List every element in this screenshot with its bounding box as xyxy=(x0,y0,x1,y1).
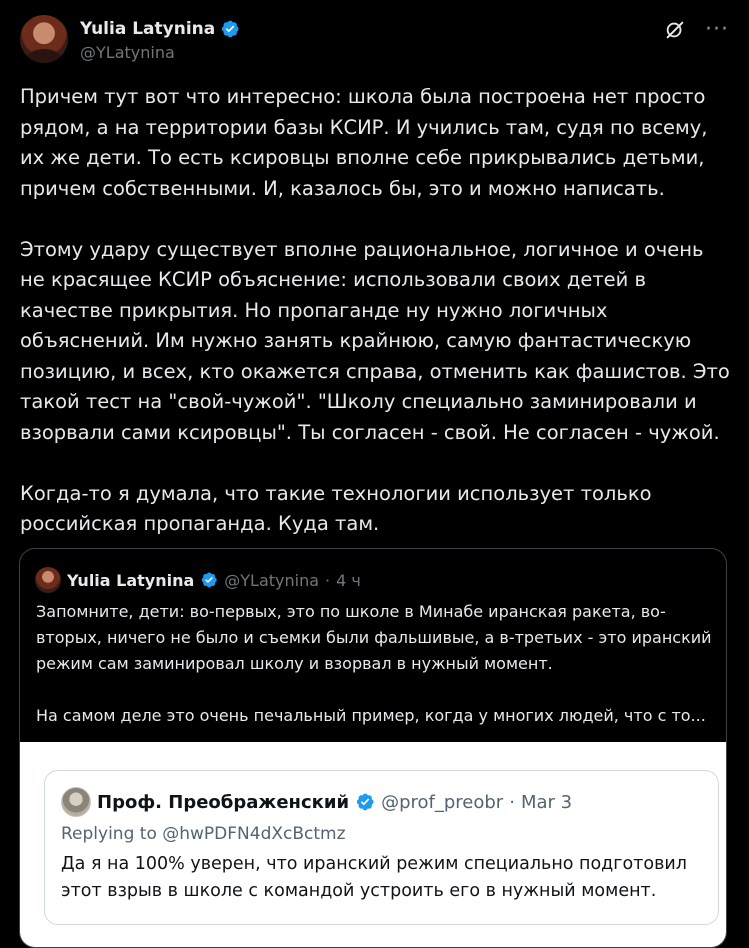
quoted-media-image[interactable]: Проф. Преображенский @prof_preobr · Mar … xyxy=(20,742,726,947)
quoted-paragraph-1: Запомните, дети: во-первых, это по школе… xyxy=(36,602,712,673)
author-avatar[interactable] xyxy=(20,15,68,63)
embedded-date: Mar 3 xyxy=(520,791,573,813)
more-options-icon[interactable]: ··· xyxy=(704,17,730,43)
tweet-body: Причем тут вот что интересно: школа была… xyxy=(20,82,732,540)
embedded-author-name: Проф. Преображенский xyxy=(97,791,350,813)
embedded-tweet-header: Проф. Преображенский @prof_preobr · Mar … xyxy=(61,787,572,817)
quoted-author-handle: @YLatynina xyxy=(224,570,320,590)
author-name[interactable]: Yulia Latynina xyxy=(80,19,215,39)
grok-icon[interactable] xyxy=(662,17,688,43)
embedded-tweet-screenshot: Проф. Преображенский @prof_preobr · Mar … xyxy=(44,770,719,925)
author-name-row: Yulia Latynina xyxy=(80,19,240,39)
embedded-separator: · xyxy=(509,791,515,813)
quoted-timestamp: 4 ч xyxy=(336,570,361,590)
quoted-tweet-body: Запомните, дети: во-первых, это по школе… xyxy=(36,599,716,729)
quoted-author-avatar xyxy=(35,567,61,593)
embedded-author-handle: @prof_preobr xyxy=(381,791,504,813)
tweet-paragraph-3: Когда-то я думала, что такие технологии … xyxy=(20,481,652,536)
quoted-paragraph-2: На самом деле это очень печальный пример… xyxy=(36,706,706,725)
tweet-paragraph-1: Причем тут вот что интересно: школа была… xyxy=(20,85,708,200)
quoted-author-name: Yulia Latynina xyxy=(67,570,195,590)
author-handle[interactable]: @YLatynina xyxy=(80,43,175,62)
verified-badge-icon xyxy=(222,20,239,38)
avatar-shoulders xyxy=(26,49,62,63)
embedded-tweet-text: Да я на 100% уверен, что иранский режим … xyxy=(61,854,687,901)
embedded-replying-to: Replying to @hwPDFN4dXcBctmz xyxy=(61,824,346,844)
embedded-verified-badge-icon xyxy=(356,793,374,811)
embedded-author-avatar xyxy=(61,787,91,817)
header-actions: ··· xyxy=(662,17,730,43)
quoted-tweet-header: Yulia Latynina @YLatynina · 4 ч xyxy=(35,567,361,593)
quoted-tweet-card[interactable]: Yulia Latynina @YLatynina · 4 ч Запомнит… xyxy=(19,548,727,948)
quoted-separator: · xyxy=(325,570,331,590)
tweet-header: Yulia Latynina @YLatynina ··· xyxy=(20,13,730,69)
quoted-verified-badge-icon xyxy=(201,572,217,588)
grok-glyph-icon xyxy=(666,21,684,39)
tweet-paragraph-2: Этому удару существует вполне рациональн… xyxy=(20,237,730,444)
